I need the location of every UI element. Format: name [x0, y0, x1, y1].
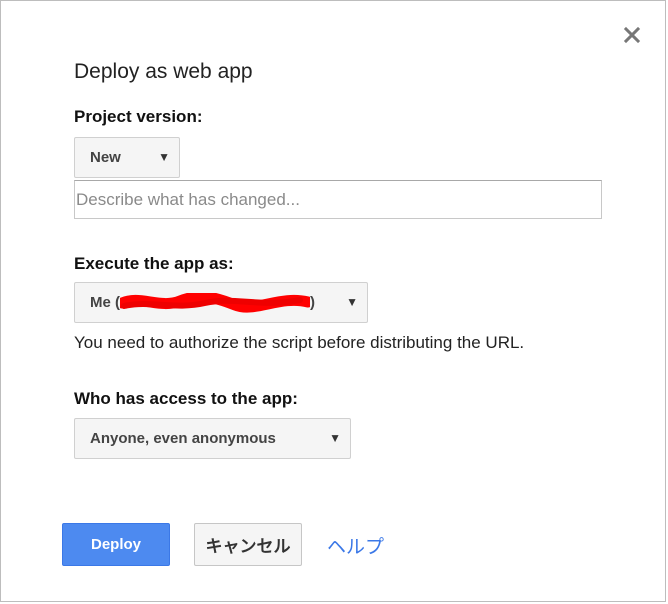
access-label: Who has access to the app:	[74, 389, 298, 408]
version-description-input[interactable]	[74, 180, 602, 219]
project-version-select[interactable]: New ▼	[74, 137, 180, 178]
cancel-button[interactable]: キャンセル	[194, 523, 302, 566]
deploy-button[interactable]: Deploy	[62, 523, 170, 566]
access-value: Anyone, even anonymous	[90, 430, 276, 447]
deploy-dialog: Deploy as web app Project version: New ▼…	[0, 0, 666, 602]
access-select[interactable]: Anyone, even anonymous ▼	[74, 418, 351, 459]
dropdown-arrow-icon: ▼	[346, 295, 358, 309]
dropdown-arrow-icon: ▼	[329, 431, 341, 445]
dialog-title: Deploy as web app	[74, 60, 253, 83]
execute-as-suffix: )	[310, 294, 315, 311]
project-version-value: New	[90, 149, 121, 166]
execute-as-select[interactable]: Me ( ) ▼	[74, 282, 368, 323]
redacted-account	[120, 292, 310, 313]
help-link[interactable]: ヘルプ	[327, 532, 384, 559]
authorize-note: You need to authorize the script before …	[74, 333, 525, 352]
dropdown-arrow-icon: ▼	[158, 150, 170, 164]
project-version-label: Project version:	[74, 107, 203, 126]
execute-as-label: Execute the app as:	[74, 254, 234, 273]
execute-as-prefix: Me (	[90, 294, 120, 311]
close-icon[interactable]	[620, 23, 644, 47]
